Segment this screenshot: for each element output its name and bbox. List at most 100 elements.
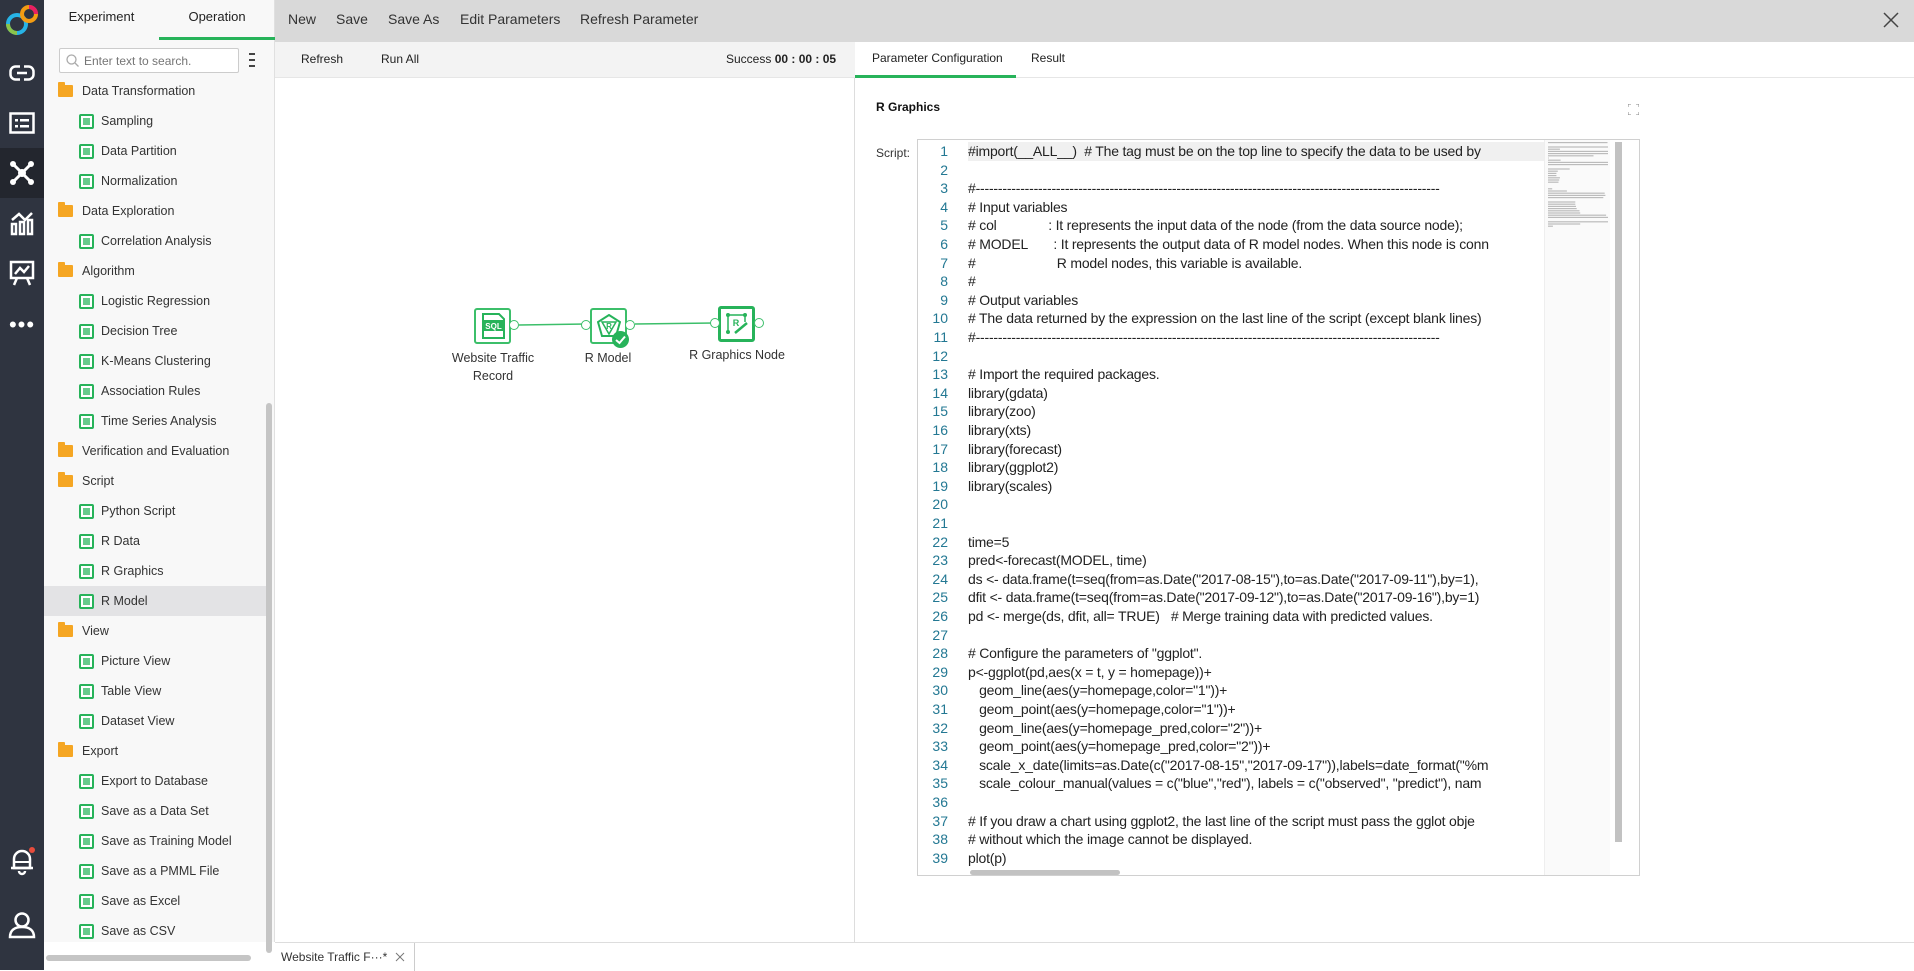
code-line[interactable]: # without which the image cannot be disp… [968, 830, 1544, 849]
list-icon[interactable] [0, 98, 44, 148]
sidebar-scrollbar[interactable] [266, 403, 272, 953]
sidebar-horizontal-scrollbar[interactable] [46, 955, 251, 961]
output-port[interactable] [754, 318, 764, 328]
code-line[interactable]: scale_colour_manual(values = c("blue","r… [968, 774, 1544, 793]
tree-category[interactable]: Data Transformation [44, 76, 266, 106]
fullscreen-icon[interactable] [1628, 104, 1639, 115]
run-all-button[interactable]: Run All [381, 42, 419, 76]
code-line[interactable]: # MODEL : It represents the output data … [968, 235, 1544, 254]
code-line[interactable]: plot(p) [968, 849, 1544, 868]
input-port[interactable] [581, 320, 591, 330]
editor-minimap[interactable] [1544, 140, 1610, 875]
code-line[interactable] [968, 626, 1544, 645]
tree-item[interactable]: Save as Training Model [44, 826, 266, 856]
network-icon[interactable] [0, 148, 44, 198]
tree-item[interactable]: Table View [44, 676, 266, 706]
more-icon[interactable]: ••• [0, 300, 44, 350]
document-tab[interactable]: Website Traffic F···* [275, 943, 415, 971]
tab-result[interactable]: Result [1031, 42, 1065, 78]
code-line[interactable]: library(xts) [968, 421, 1544, 440]
code-line[interactable]: library(gdata) [968, 384, 1544, 403]
tree-category[interactable]: Data Exploration [44, 196, 266, 226]
output-port[interactable] [509, 320, 519, 330]
code-line[interactable]: geom_line(aes(y=homepage_pred,color="2")… [968, 719, 1544, 738]
input-port[interactable] [710, 318, 720, 328]
tree-category[interactable]: Export [44, 736, 266, 766]
tree-item[interactable]: Decision Tree [44, 316, 266, 346]
tree-item[interactable]: Correlation Analysis [44, 226, 266, 256]
code-line[interactable] [968, 793, 1544, 812]
code-line[interactable] [968, 161, 1544, 180]
tree-item[interactable]: Sampling [44, 106, 266, 136]
tree-category[interactable]: Verification and Evaluation [44, 436, 266, 466]
code-line[interactable]: geom_line(aes(y=homepage,color="1"))+ [968, 681, 1544, 700]
tree-category[interactable]: View [44, 616, 266, 646]
save-button[interactable]: Save [336, 0, 368, 38]
tree-item[interactable]: Data Partition [44, 136, 266, 166]
link-icon[interactable] [0, 48, 44, 98]
editor-horizontal-scrollbar[interactable] [970, 870, 1120, 875]
bell-icon[interactable] [0, 836, 44, 886]
code-line[interactable]: library(ggplot2) [968, 458, 1544, 477]
tree-item[interactable]: Association Rules [44, 376, 266, 406]
code-line[interactable]: pd <- merge(ds, dfit, all= TRUE) # Merge… [968, 607, 1544, 626]
search-box[interactable] [59, 48, 239, 73]
user-icon[interactable] [0, 900, 44, 950]
tree-item[interactable]: Python Script [44, 496, 266, 526]
code-line[interactable] [968, 347, 1544, 366]
code-line[interactable]: library(scales) [968, 477, 1544, 496]
code-line[interactable]: # Output variables [968, 291, 1544, 310]
tree-item[interactable]: Export to Database [44, 766, 266, 796]
refresh-parameter-button[interactable]: Refresh Parameter [580, 0, 698, 38]
script-editor[interactable]: 1 #import(__ALL__) # The tag must be on t… [917, 139, 1640, 876]
code-line[interactable]: #---------------------------------------… [968, 179, 1544, 198]
code-line[interactable]: # If you draw a chart using ggplot2, the… [968, 812, 1544, 831]
code-line[interactable]: #---------------------------------------… [968, 328, 1544, 347]
code-line[interactable] [968, 514, 1544, 533]
code-line[interactable]: p<-ggplot(pd,aes(x = t, y = homepage))+ [968, 663, 1544, 682]
tab-experiment[interactable]: Experiment [44, 0, 159, 40]
tree-item[interactable]: K-Means Clustering [44, 346, 266, 376]
tree-item[interactable]: Save as a PMML File [44, 856, 266, 886]
workflow-canvas[interactable]: SQL Website Traffic Record R R Model R R… [275, 78, 855, 942]
code-line[interactable]: pred<-forecast(MODEL, time) [968, 551, 1544, 570]
code-line[interactable]: # [968, 272, 1544, 291]
node-website-traffic-record[interactable]: SQL [474, 308, 511, 344]
tree-item[interactable]: R Model [44, 586, 266, 616]
tree-item[interactable]: R Graphics [44, 556, 266, 586]
code-line[interactable]: time=5 [968, 533, 1544, 552]
code-line[interactable]: geom_point(aes(y=homepage_pred,color="2"… [968, 737, 1544, 756]
output-port[interactable] [625, 320, 635, 330]
tree-item[interactable]: Dataset View [44, 706, 266, 736]
code-line[interactable]: library(forecast) [968, 440, 1544, 459]
code-line[interactable]: # col : It represents the input data of … [968, 216, 1544, 235]
code-line[interactable] [968, 495, 1544, 514]
search-input[interactable] [84, 53, 234, 68]
code-line[interactable]: # Input variables [968, 198, 1544, 217]
tree-item[interactable]: Save as a Data Set [44, 796, 266, 826]
code-line[interactable]: scale_x_date(limits=as.Date(c("2017-08-1… [968, 756, 1544, 775]
code-line[interactable]: # Import the required packages. [968, 365, 1544, 384]
new-button[interactable]: New [288, 0, 316, 38]
tree-item[interactable]: Picture View [44, 646, 266, 676]
code-line[interactable]: library(zoo) [968, 402, 1544, 421]
tab-parameter-configuration[interactable]: Parameter Configuration [855, 42, 1016, 78]
tree-category[interactable]: Algorithm [44, 256, 266, 286]
tree-category[interactable]: Script [44, 466, 266, 496]
node-r-graphics[interactable]: R [718, 306, 755, 342]
tree-item[interactable]: R Data [44, 526, 266, 556]
refresh-button[interactable]: Refresh [301, 42, 343, 76]
code-line[interactable]: #import(__ALL__) # The tag must be on th… [968, 142, 1544, 161]
tree-item[interactable]: Normalization [44, 166, 266, 196]
tree-item[interactable]: Save as CSV [44, 916, 266, 946]
save-as-button[interactable]: Save As [388, 0, 439, 38]
code-line[interactable]: # R model nodes, this variable is availa… [968, 254, 1544, 273]
edit-parameters-button[interactable]: Edit Parameters [460, 0, 560, 38]
close-icon[interactable] [1883, 12, 1899, 28]
code-line[interactable]: dfit <- data.frame(t=seq(from=as.Date("2… [968, 588, 1544, 607]
code-line[interactable]: ds <- data.frame(t=seq(from=as.Date("201… [968, 570, 1544, 589]
tab-operation[interactable]: Operation [159, 0, 275, 40]
tree-item[interactable]: Time Series Analysis [44, 406, 266, 436]
editor-vertical-scrollbar[interactable] [1615, 142, 1622, 842]
code-line[interactable]: # The data returned by the expression on… [968, 309, 1544, 328]
